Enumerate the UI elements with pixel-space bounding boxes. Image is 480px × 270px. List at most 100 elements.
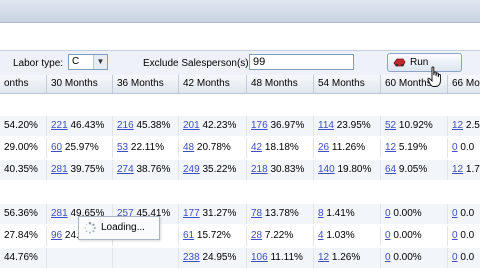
column-header[interactable]: 30 Months xyxy=(46,75,112,93)
count-link[interactable]: 64 xyxy=(385,164,396,175)
percent-value: 24.95% xyxy=(202,252,237,263)
table-row: 56.36% 281 49.65% 257 45.41% 177 31.27% 78 1… xyxy=(0,204,480,224)
count-link[interactable]: 52 xyxy=(385,120,396,131)
count-link[interactable]: 0 xyxy=(385,230,391,241)
table-cell: 78 13.78% xyxy=(246,204,313,224)
count-link[interactable]: 0 xyxy=(452,208,458,219)
count-link[interactable]: 0 xyxy=(452,142,458,153)
count-link[interactable]: 42 xyxy=(251,142,262,153)
table-cell: 0 0.00% xyxy=(380,248,447,268)
percent-value: 38.76% xyxy=(136,164,171,175)
count-link[interactable]: 8 xyxy=(318,208,324,219)
table-cell: 4 1.03% xyxy=(313,226,380,246)
count-link[interactable]: 12 xyxy=(452,120,463,131)
count-link[interactable]: 0 xyxy=(452,230,458,241)
count-link[interactable]: 201 xyxy=(183,120,200,131)
column-header[interactable]: 54 Months xyxy=(313,75,380,93)
table-cell: 48 20.78% xyxy=(178,138,246,158)
count-link[interactable]: 61 xyxy=(183,230,194,241)
run-report-icon xyxy=(393,58,406,67)
percent-value: 15.72% xyxy=(196,230,231,241)
count-link[interactable]: 249 xyxy=(183,164,200,175)
column-header[interactable]: onths xyxy=(0,75,46,93)
table-cell: 12 5.19% xyxy=(380,138,447,158)
percent-value: 22.11% xyxy=(130,142,165,153)
count-link[interactable]: 53 xyxy=(117,142,128,153)
count-link[interactable]: 0 xyxy=(452,252,458,263)
table-cell: 274 38.76% xyxy=(112,160,178,180)
loading-popup: Loading... xyxy=(78,216,160,240)
count-link[interactable]: 218 xyxy=(251,164,268,175)
count-link[interactable]: 140 xyxy=(318,164,335,175)
loading-text: Loading... xyxy=(101,222,145,233)
count-link[interactable]: 114 xyxy=(318,120,334,131)
table-cell: 40.35% xyxy=(0,160,46,180)
table-cell xyxy=(112,248,178,268)
percent-value: 29.00% xyxy=(4,142,38,153)
count-link[interactable]: 216 xyxy=(117,120,134,131)
percent-value: 18.18% xyxy=(264,142,299,153)
table-row: 29.00% 60 25.97% 53 22.11% 48 20.78% 42 18.1… xyxy=(0,138,480,158)
percent-value: 0.00% xyxy=(393,208,422,219)
count-link[interactable]: 12 xyxy=(385,142,396,153)
count-link[interactable]: 60 xyxy=(51,142,62,153)
table-cell: 26 11.26% xyxy=(313,138,380,158)
count-link[interactable]: 0 xyxy=(385,252,391,263)
count-link[interactable]: 78 xyxy=(251,208,262,219)
table-cell: 52 10.92% xyxy=(380,116,447,136)
count-link[interactable]: 274 xyxy=(117,164,134,175)
percent-value: 45.38% xyxy=(136,120,171,131)
table-cell: 28 7.22% xyxy=(246,226,313,246)
count-link[interactable]: 106 xyxy=(251,252,268,263)
count-link[interactable]: 0 xyxy=(385,208,391,219)
percent-value: 1.26% xyxy=(331,252,361,263)
table-cell: 8 1.41% xyxy=(313,204,380,224)
table-cell: 27.84% xyxy=(0,226,46,246)
exclude-salesperson-input[interactable]: 99 xyxy=(249,54,354,70)
column-header[interactable]: 36 Months xyxy=(112,75,178,93)
percent-value: 1.7 xyxy=(465,164,480,175)
count-link[interactable]: 281 xyxy=(51,208,68,219)
table-cell: 54.20% xyxy=(0,116,46,136)
percent-value: 11.26% xyxy=(331,142,366,153)
table-cell: 0 0.0 xyxy=(447,204,480,224)
column-header[interactable]: 66 Mo xyxy=(447,75,480,93)
labor-type-label: Labor type: xyxy=(13,58,64,69)
labor-type-select[interactable]: C ▼ xyxy=(68,54,108,70)
count-link[interactable]: 4 xyxy=(318,230,324,241)
chevron-down-icon[interactable]: ▼ xyxy=(93,55,107,69)
count-link[interactable]: 96 xyxy=(51,230,62,241)
percent-value: 20.78% xyxy=(196,142,231,153)
report-toolbar: Labor type: C ▼ Exclude Salesperson(s): … xyxy=(0,50,480,85)
table-cell: 0 0.0 xyxy=(447,226,480,246)
table-cell: 56.36% xyxy=(0,204,46,224)
count-link[interactable]: 176 xyxy=(251,120,268,131)
table-cell: 238 24.95% xyxy=(178,248,246,268)
table-cell: 0 0.00% xyxy=(380,226,447,246)
count-link[interactable]: 177 xyxy=(183,208,200,219)
count-link[interactable]: 281 xyxy=(51,164,68,175)
count-link[interactable]: 221 xyxy=(51,120,68,131)
group-spacer-row xyxy=(0,182,480,202)
table-cell: 53 22.11% xyxy=(112,138,178,158)
percent-value: 7.22% xyxy=(264,230,294,241)
count-link[interactable]: 12 xyxy=(452,164,463,175)
count-link[interactable]: 12 xyxy=(318,252,329,263)
percent-value: 5.19% xyxy=(398,142,428,153)
table-cell: 216 45.38% xyxy=(112,116,178,136)
count-link[interactable]: 26 xyxy=(318,142,329,153)
count-link[interactable]: 238 xyxy=(183,252,200,263)
table-row: 27.84%96 24.81%61 15.72%28 7.22%4 1.03%0… xyxy=(0,226,480,246)
percent-value: 0.0 xyxy=(460,142,475,153)
column-header[interactable]: 42 Months xyxy=(178,75,246,93)
count-link[interactable]: 48 xyxy=(183,142,194,153)
run-report-button[interactable]: Run Report xyxy=(387,53,462,85)
table-cell: 64 9.05% xyxy=(380,160,447,180)
report-table: 54.20% 221 46.43% 216 45.38% 201 42.23% 176 … xyxy=(0,94,480,270)
column-header[interactable]: 48 Months xyxy=(246,75,313,93)
labor-type-value: C xyxy=(72,56,80,67)
count-link[interactable]: 28 xyxy=(251,230,262,241)
table-cell: 221 46.43% xyxy=(46,116,112,136)
percent-value: 0.0 xyxy=(460,252,475,263)
hand-cursor-icon xyxy=(427,66,441,87)
